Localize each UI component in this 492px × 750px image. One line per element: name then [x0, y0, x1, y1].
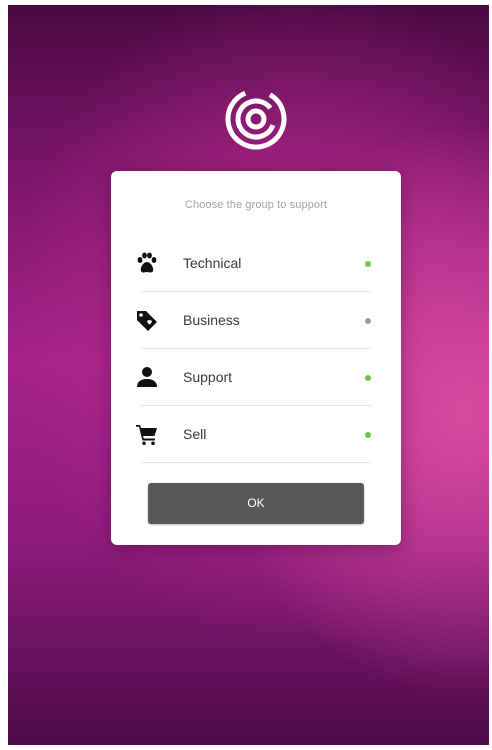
- status-dot: [365, 432, 371, 438]
- group-label: Business: [183, 312, 240, 328]
- group-item-support[interactable]: Support: [135, 349, 371, 406]
- dialog-prompt: Choose the group to support: [184, 199, 328, 211]
- status-dot: [365, 318, 371, 324]
- group-label: Support: [183, 369, 233, 385]
- divider: [141, 462, 371, 463]
- group-item-technical[interactable]: Technical: [135, 235, 371, 292]
- group-label: Technical: [183, 255, 242, 271]
- app-screen: Choose the group to support Technical Bu…: [8, 5, 489, 745]
- status-dot: [365, 261, 371, 267]
- app-logo-icon: [225, 88, 287, 150]
- tag-icon: [137, 311, 157, 331]
- paw-icon: [137, 252, 157, 273]
- group-label: Sell: [183, 426, 207, 442]
- group-item-business[interactable]: Business: [135, 292, 371, 349]
- group-item-sell[interactable]: Sell: [135, 406, 371, 463]
- person-icon: [137, 367, 157, 387]
- group-selection-dialog: Choose the group to support Technical Bu…: [111, 171, 401, 545]
- status-dot: [365, 375, 371, 381]
- cart-icon: [136, 425, 157, 446]
- ok-button[interactable]: OK: [148, 483, 364, 524]
